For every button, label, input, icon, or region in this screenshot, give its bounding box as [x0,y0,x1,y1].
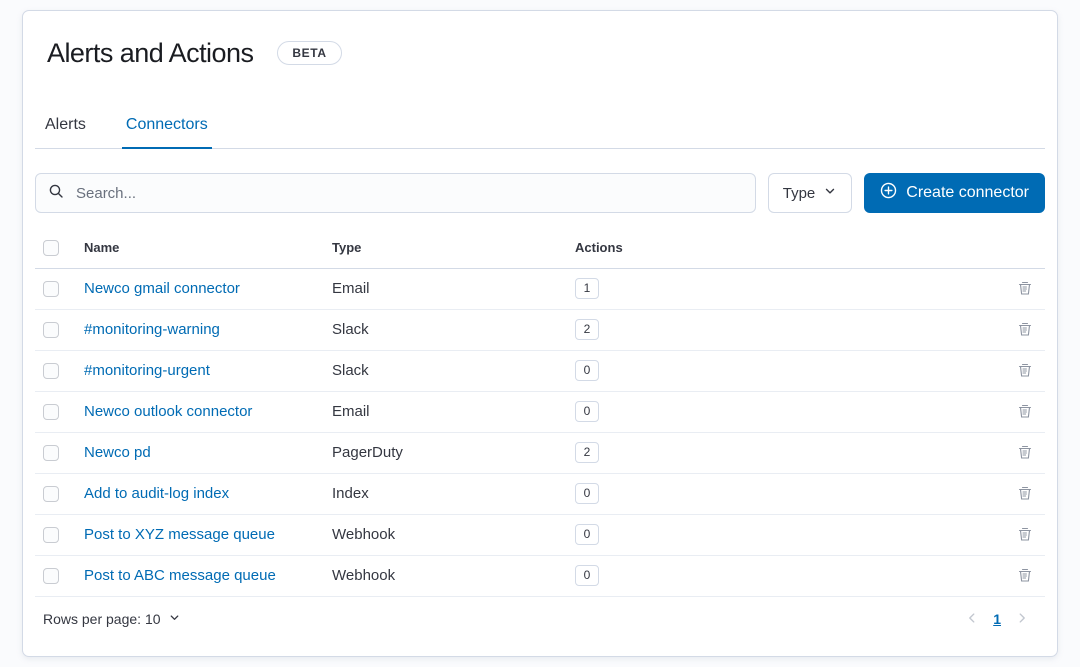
connector-name-link[interactable]: Newco gmail connector [84,280,240,297]
page-header: Alerts and Actions BETA [35,37,1045,69]
connector-type: Email [332,403,370,420]
delete-connector-button[interactable] [1015,442,1035,462]
table-row: Newco pd PagerDuty 2 [35,432,1045,473]
column-header-name: Name [76,229,324,268]
connector-name-link[interactable]: #monitoring-warning [84,321,220,338]
delete-connector-button[interactable] [1015,278,1035,298]
table-row: Post to XYZ message queue Webhook 0 [35,514,1045,555]
table-footer: Rows per page: 10 1 [35,597,1045,628]
beta-badge: BETA [277,41,341,65]
actions-count-badge: 0 [575,524,599,545]
delete-connector-button[interactable] [1015,360,1035,380]
connectors-table: Name Type Actions Newco gmail connector … [35,229,1045,597]
actions-count-badge: 1 [575,278,599,299]
actions-count-badge: 0 [575,401,599,422]
table-header-row: Name Type Actions [35,229,1045,268]
type-filter-button[interactable]: Type [768,173,853,213]
connector-type: Email [332,280,370,297]
create-connector-button[interactable]: Create connector [864,173,1045,213]
trash-icon [1017,403,1033,419]
row-checkbox[interactable] [43,445,59,461]
search-icon [48,183,64,204]
table-row: Newco gmail connector Email 1 [35,268,1045,309]
pagination: 1 [965,611,1037,628]
table-row: #monitoring-warning Slack 2 [35,309,1045,350]
actions-count-badge: 0 [575,360,599,381]
connector-name-link[interactable]: Newco outlook connector [84,403,252,420]
chevron-right-icon [1015,611,1029,628]
connector-name-link[interactable]: #monitoring-urgent [84,362,210,379]
delete-connector-button[interactable] [1015,319,1035,339]
connectors-table-body: Newco gmail connector Email 1 #monitorin… [35,268,1045,596]
delete-connector-button[interactable] [1015,483,1035,503]
actions-count-badge: 2 [575,319,599,340]
search-input[interactable] [74,184,743,203]
trash-icon [1017,321,1033,337]
connector-type: Webhook [332,567,395,584]
table-row: Add to audit-log index Index 0 [35,473,1045,514]
connector-name-link[interactable]: Add to audit-log index [84,485,229,502]
page-title: Alerts and Actions [47,37,253,69]
table-row: Newco outlook connector Email 0 [35,391,1045,432]
column-header-actions: Actions [567,229,1005,268]
delete-connector-button[interactable] [1015,524,1035,544]
row-checkbox[interactable] [43,527,59,543]
connector-name-link[interactable]: Post to ABC message queue [84,567,276,584]
connector-type: Slack [332,362,369,379]
rows-per-page-selector[interactable]: Rows per page: 10 [43,611,181,627]
toolbar: Type Create connector [35,173,1045,213]
search-box [35,173,756,213]
trash-icon [1017,280,1033,296]
delete-connector-button[interactable] [1015,565,1035,585]
previous-page-button[interactable] [965,611,979,628]
connector-type: Index [332,485,369,502]
trash-icon [1017,526,1033,542]
page-number-1[interactable]: 1 [993,611,1001,627]
type-filter-label: Type [783,185,816,202]
actions-count-badge: 2 [575,442,599,463]
create-connector-label: Create connector [906,184,1029,202]
trash-icon [1017,485,1033,501]
connector-type: PagerDuty [332,444,403,461]
tab-alerts[interactable]: Alerts [41,113,90,148]
next-page-button[interactable] [1015,611,1029,628]
table-row: Post to ABC message queue Webhook 0 [35,555,1045,596]
rows-per-page-label: Rows per page: 10 [43,611,161,627]
column-header-type: Type [324,229,567,268]
table-row: #monitoring-urgent Slack 0 [35,350,1045,391]
trash-icon [1017,567,1033,583]
connector-name-link[interactable]: Post to XYZ message queue [84,526,275,543]
chevron-left-icon [965,611,979,628]
row-checkbox[interactable] [43,404,59,420]
row-checkbox[interactable] [43,322,59,338]
alerts-and-actions-panel: Alerts and Actions BETA Alerts Connector… [22,10,1058,657]
actions-count-badge: 0 [575,565,599,586]
row-checkbox[interactable] [43,486,59,502]
connector-type: Webhook [332,526,395,543]
row-checkbox[interactable] [43,363,59,379]
row-checkbox[interactable] [43,281,59,297]
plus-circle-icon [880,182,897,204]
row-checkbox[interactable] [43,568,59,584]
tab-bar: Alerts Connectors [35,113,1045,149]
actions-count-badge: 0 [575,483,599,504]
chevron-down-icon [823,184,837,202]
delete-connector-button[interactable] [1015,401,1035,421]
chevron-down-icon [168,611,181,627]
trash-icon [1017,444,1033,460]
select-all-checkbox[interactable] [43,240,59,256]
connector-name-link[interactable]: Newco pd [84,444,151,461]
trash-icon [1017,362,1033,378]
tab-connectors[interactable]: Connectors [122,113,212,149]
connector-type: Slack [332,321,369,338]
